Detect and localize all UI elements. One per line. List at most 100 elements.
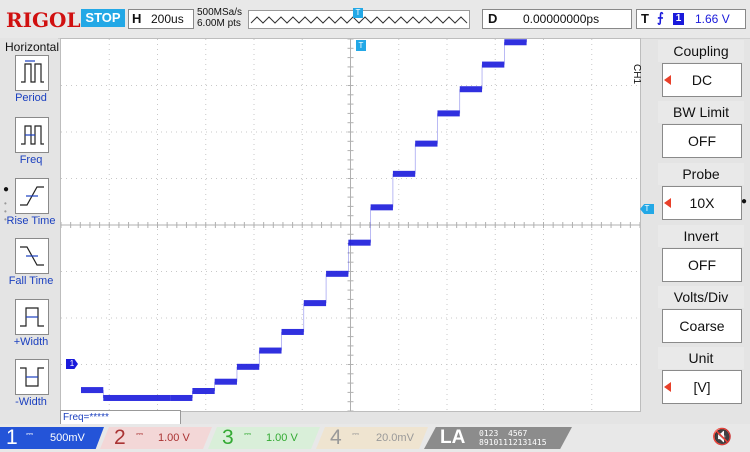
unit-value[interactable]: [V] bbox=[662, 370, 742, 404]
probe-title: Probe bbox=[658, 163, 744, 185]
memory-depth: 6.00M pts bbox=[197, 18, 241, 29]
channel3-number: 3 bbox=[222, 426, 234, 449]
waveform-step bbox=[348, 239, 371, 246]
coupling-value[interactable]: DC bbox=[662, 63, 742, 97]
waveform-step bbox=[281, 328, 304, 335]
run-status-badge[interactable]: STOP bbox=[81, 9, 125, 27]
trigger-level-value: 1.66 V bbox=[695, 12, 730, 26]
measure-fall-time-label: Fall Time bbox=[8, 275, 54, 287]
volts-div-value[interactable]: Coarse bbox=[662, 309, 742, 343]
channel-status-bar: 1 ⎓ 500mV 2 ⎓ 1.00 V 3 ⎓ 1.00 V 4 ⎓ 20.0… bbox=[0, 424, 750, 452]
fall-time-icon[interactable] bbox=[15, 238, 49, 274]
trigger-position-marker[interactable]: T bbox=[356, 40, 366, 51]
measure-negative-width-label: -Width bbox=[15, 396, 47, 408]
memory-trigger-marker: T bbox=[353, 8, 363, 18]
waveform-step bbox=[259, 347, 282, 354]
channel3-coupling-icon: ⎓ bbox=[244, 429, 252, 439]
channel4-number: 4 bbox=[330, 426, 342, 449]
bw-limit-value[interactable]: OFF bbox=[662, 124, 742, 158]
horizontal-key: H bbox=[132, 11, 142, 26]
unit-title: Unit bbox=[658, 347, 744, 369]
bw-limit-title: BW Limit bbox=[658, 101, 744, 123]
la-bits-low-bottom: 891011 bbox=[479, 438, 508, 447]
trigger-level-marker[interactable]: T bbox=[640, 204, 654, 214]
waveform-step bbox=[303, 300, 327, 307]
measure-period-item[interactable]: Period bbox=[0, 55, 58, 113]
invert-title: Invert bbox=[658, 225, 744, 247]
trigger-settings-box[interactable]: T ⨍ 1 1.66 V bbox=[636, 9, 746, 29]
channel1-number: 1 bbox=[6, 426, 18, 449]
waveform-step bbox=[459, 86, 483, 93]
measure-freq-label: Freq bbox=[19, 154, 43, 166]
waveform-display[interactable]: T 1 bbox=[60, 38, 641, 412]
channel2-number: 2 bbox=[114, 426, 126, 449]
waveform-step bbox=[392, 170, 416, 177]
measure-freq-item[interactable]: Freq bbox=[0, 117, 58, 175]
delay-value: 0.00000000ps bbox=[523, 12, 600, 26]
top-status-bar: RIGOL STOP H 200us 500MSa/s 6.00M pts T … bbox=[0, 0, 750, 39]
channel1-scale: 500mV bbox=[50, 432, 85, 444]
rising-edge-icon: ⨍ bbox=[657, 10, 664, 25]
waveform-step bbox=[415, 140, 438, 147]
acquisition-info: 500MSa/s 6.00M pts bbox=[197, 7, 242, 29]
invert-value[interactable]: OFF bbox=[662, 248, 742, 282]
measure-positive-width-label: +Width bbox=[13, 336, 49, 348]
rise-time-icon[interactable] bbox=[15, 178, 49, 214]
waveform-grid bbox=[61, 39, 640, 411]
probe-value[interactable]: 10X bbox=[662, 186, 742, 220]
freq-icon[interactable] bbox=[15, 117, 49, 153]
waveform-step bbox=[103, 394, 171, 401]
sample-rate: 500MSa/s bbox=[197, 7, 243, 18]
positive-width-icon[interactable] bbox=[15, 299, 49, 335]
right-menu-channel-tag: CH1 bbox=[631, 64, 642, 85]
coupling-title: Coupling bbox=[658, 40, 744, 62]
measure-negative-width-item[interactable]: -Width bbox=[0, 359, 58, 417]
unit-item[interactable]: Unit [V] bbox=[658, 347, 744, 405]
unit-selector-arrow-icon bbox=[664, 382, 671, 392]
measure-positive-width-item[interactable]: +Width bbox=[0, 299, 58, 357]
la-bits-high: 4567 12131415 bbox=[508, 429, 547, 447]
waveform-step bbox=[437, 110, 460, 117]
la-bits-high-top: 4567 bbox=[508, 429, 528, 438]
channel4-scale: 20.0mV bbox=[376, 432, 414, 444]
channel2-coupling-icon: ⎓ bbox=[136, 429, 144, 439]
left-menu-title: Horizontal bbox=[5, 40, 60, 54]
waveform-step bbox=[170, 394, 193, 401]
channel1-status[interactable]: 1 ⎓ 500mV bbox=[0, 427, 104, 449]
memory-overview-strip[interactable]: T bbox=[248, 8, 470, 29]
channel4-status[interactable]: 4 ⎓ 20.0mV bbox=[316, 427, 428, 449]
speaker-muted-icon[interactable]: 🔇 bbox=[712, 427, 732, 447]
period-icon[interactable] bbox=[15, 55, 49, 91]
measure-fall-time-item[interactable]: Fall Time bbox=[0, 238, 58, 296]
invert-item[interactable]: Invert OFF bbox=[658, 225, 744, 283]
probe-selector-arrow-icon bbox=[664, 198, 671, 208]
left-menu-page-dots: • • • bbox=[4, 199, 7, 224]
volts-div-item[interactable]: Volts/Div Coarse bbox=[658, 286, 744, 344]
horizontal-measure-menu: Horizontal Period Freq Rise Time Fall Ti… bbox=[0, 38, 60, 410]
horizontal-timebase-box[interactable]: H 200us bbox=[128, 9, 194, 29]
trigger-channel-badge: 1 bbox=[673, 13, 684, 25]
measure-rise-time-label: Rise Time bbox=[6, 215, 56, 227]
frequency-readout: Freq=***** bbox=[60, 410, 181, 425]
negative-width-icon[interactable] bbox=[15, 359, 49, 395]
waveform-step bbox=[236, 363, 260, 370]
trigger-key: T bbox=[641, 11, 649, 26]
channel1-coupling-icon: ⎓ bbox=[26, 429, 34, 439]
channel3-scale: 1.00 V bbox=[266, 432, 298, 444]
channel3-status[interactable]: 3 ⎓ 1.00 V bbox=[208, 427, 320, 449]
right-menu-scroll-indicator: ● bbox=[741, 196, 748, 207]
probe-item[interactable]: Probe 10X bbox=[658, 163, 744, 221]
coupling-item[interactable]: Coupling DC bbox=[658, 40, 744, 98]
bw-limit-item[interactable]: BW Limit OFF bbox=[658, 101, 744, 159]
waveform-step bbox=[81, 387, 104, 394]
measure-period-label: Period bbox=[15, 92, 47, 104]
channel2-status[interactable]: 2 ⎓ 1.00 V bbox=[100, 427, 212, 449]
coupling-selector-arrow-icon bbox=[664, 75, 671, 85]
left-menu-scroll-indicator: ● bbox=[3, 184, 10, 195]
waveform-step bbox=[482, 61, 505, 68]
delay-key: D bbox=[488, 11, 498, 26]
logic-analyzer-status[interactable]: LA 0123 891011 4567 12131415 bbox=[424, 427, 572, 449]
volts-div-title: Volts/Div bbox=[658, 286, 744, 308]
trigger-delay-box[interactable]: D 0.00000000ps bbox=[482, 9, 632, 29]
waveform-step bbox=[214, 378, 237, 385]
